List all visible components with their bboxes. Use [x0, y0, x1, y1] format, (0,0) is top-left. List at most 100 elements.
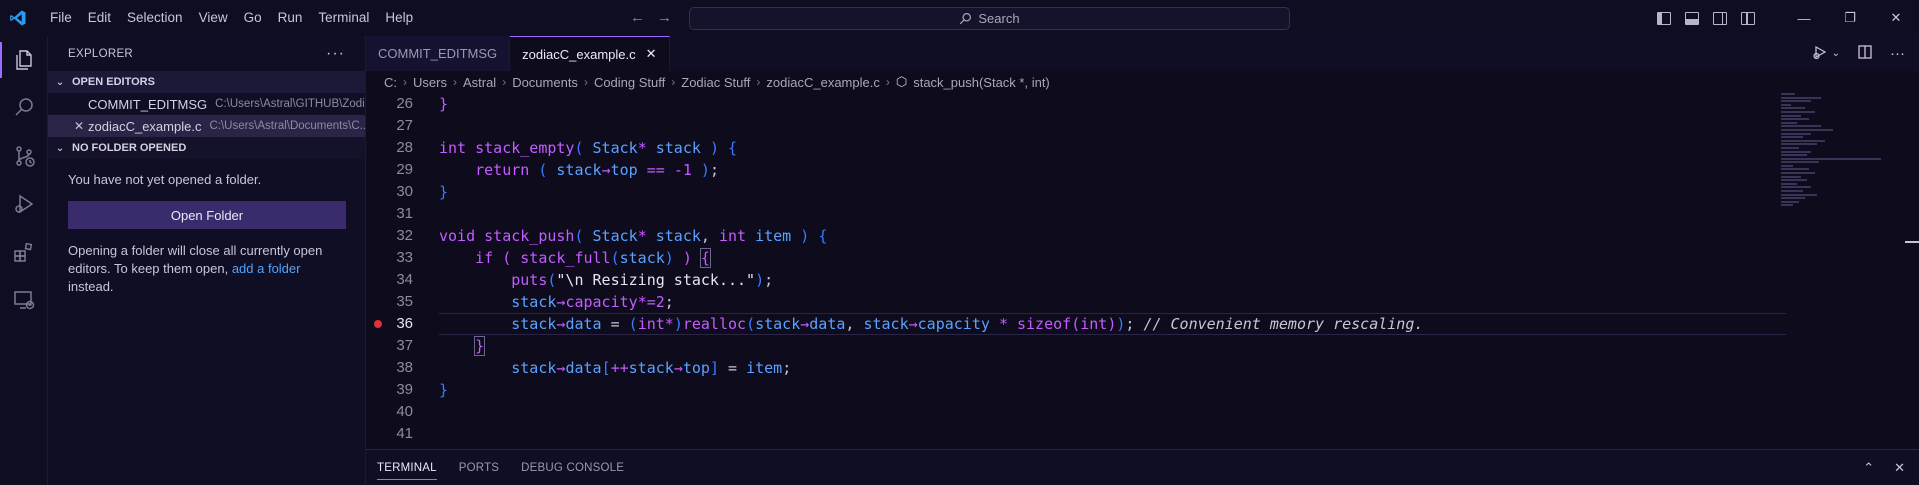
- open-editor-name: COMMIT_EDITMSG: [88, 96, 208, 112]
- tab-ports[interactable]: PORTS: [448, 450, 510, 485]
- line-number: 29: [396, 161, 413, 178]
- minimize-icon[interactable]: —: [1781, 0, 1827, 36]
- sidebar-title: EXPLORER: [68, 47, 134, 60]
- extensions-icon[interactable]: [0, 228, 48, 276]
- remote-explorer-icon[interactable]: [0, 276, 48, 324]
- search-view-icon[interactable]: [0, 84, 48, 132]
- code-editor[interactable]: 26} 27 28 int stack_empty( Stack* stack )…: [366, 93, 1786, 449]
- info-text-2: instead.: [68, 279, 114, 294]
- breadcrumb-item[interactable]: Zodiac Stuff: [681, 75, 750, 90]
- toggle-secondary-sidebar-icon[interactable]: [1713, 11, 1727, 25]
- menu-bar: File Edit Selection View Go Run Terminal…: [42, 0, 421, 36]
- chevron-down-icon: ⌄: [55, 142, 65, 154]
- symbol-icon: ⬡: [895, 74, 908, 89]
- more-actions-icon[interactable]: ···: [1890, 45, 1905, 62]
- open-editor-path: C:\Users\Astral\GITHUB\Zodi...: [215, 98, 365, 110]
- explorer-sidebar: EXPLORER ··· ⌄ OPEN EDITORS COMMIT_EDITM…: [48, 36, 366, 485]
- line-number: 31: [396, 205, 413, 222]
- minimap[interactable]: [1781, 93, 1891, 449]
- bottom-panel: TERMINAL PORTS DEBUG CONSOLE ⌃ ✕: [366, 449, 1919, 485]
- code-line: }: [474, 336, 486, 356]
- code-line: return ( stack→top == -1 );: [475, 161, 719, 179]
- code-line: stack→data[++stack→top] = item;: [511, 359, 792, 377]
- code-line: void stack_push( Stack* stack, int item …: [439, 227, 828, 245]
- editor-tabs: COMMIT_EDITMSG zodiacC_example.c ✕: [366, 36, 1919, 71]
- scrollbar-marker[interactable]: [1905, 241, 1919, 243]
- no-folder-message: You have not yet opened a folder.: [68, 172, 262, 187]
- close-window-icon[interactable]: ✕: [1873, 0, 1919, 36]
- breadcrumb-item[interactable]: Documents: [512, 75, 578, 90]
- toggle-primary-sidebar-icon[interactable]: [1657, 11, 1671, 25]
- breadcrumb: C: › Users › Astral › Documents › Coding Stu…: [384, 74, 1050, 90]
- open-editor-item[interactable]: COMMIT_EDITMSG C:\Users\Astral\GITHUB\Zo…: [48, 93, 365, 115]
- menu-edit[interactable]: Edit: [80, 0, 119, 36]
- breadcrumb-item[interactable]: stack_push(Stack *, int): [913, 75, 1050, 90]
- tab-commit-editmsg[interactable]: COMMIT_EDITMSG: [366, 36, 511, 71]
- code-line: }: [439, 95, 449, 113]
- more-actions-icon[interactable]: ···: [326, 45, 345, 63]
- code-line: int stack_empty( Stack* stack ) {: [439, 139, 738, 157]
- breadcrumb-item[interactable]: Users: [413, 75, 447, 90]
- open-editor-name: zodiacC_example.c: [88, 118, 202, 134]
- run-debug-icon[interactable]: [0, 180, 48, 228]
- no-folder-label: NO FOLDER OPENED: [72, 142, 187, 154]
- tab-label: zodiacC_example.c: [522, 46, 636, 62]
- command-center-search[interactable]: Search: [689, 7, 1290, 30]
- open-editor-path: C:\Users\Astral\Documents\C...: [209, 120, 365, 132]
- chevron-down-icon: ⌄: [55, 76, 65, 88]
- menu-selection[interactable]: Selection: [119, 0, 191, 36]
- line-number: 38: [396, 359, 413, 376]
- code-line: if ( stack_full(stack) ) {: [475, 248, 711, 268]
- breadcrumb-item[interactable]: zodiacC_example.c: [766, 75, 879, 90]
- line-number: 36: [396, 315, 413, 332]
- forward-arrow-icon[interactable]: →: [657, 9, 672, 26]
- open-editors-label: OPEN EDITORS: [72, 76, 155, 88]
- menu-view[interactable]: View: [191, 0, 236, 36]
- search-icon: [960, 13, 972, 25]
- restore-icon[interactable]: ❐: [1827, 0, 1873, 36]
- maximize-panel-icon[interactable]: ⌃: [1863, 460, 1874, 476]
- open-folder-button[interactable]: Open Folder: [68, 201, 346, 229]
- line-number: 30: [396, 183, 413, 200]
- menu-terminal[interactable]: Terminal: [310, 0, 377, 36]
- title-bar: File Edit Selection View Go Run Terminal…: [0, 0, 1919, 36]
- breadcrumb-item[interactable]: Astral: [463, 75, 496, 90]
- welcome-view: You have not yet opened a folder. Open F…: [48, 159, 365, 296]
- add-folder-link[interactable]: add a folder: [232, 261, 301, 276]
- source-control-icon[interactable]: [0, 132, 48, 180]
- back-arrow-icon[interactable]: ←: [630, 9, 645, 26]
- no-folder-header[interactable]: ⌄ NO FOLDER OPENED: [48, 137, 365, 159]
- run-debug-dropdown-icon[interactable]: [1812, 44, 1828, 63]
- search-placeholder: Search: [978, 11, 1020, 26]
- menu-help[interactable]: Help: [377, 0, 421, 36]
- tab-debug-console[interactable]: DEBUG CONSOLE: [510, 450, 635, 485]
- code-line: }: [439, 183, 449, 201]
- open-folder-info: Opening a folder will close all currentl…: [68, 242, 345, 296]
- split-editor-icon[interactable]: [1858, 45, 1872, 62]
- close-icon[interactable]: ✕: [74, 119, 84, 133]
- toggle-panel-icon[interactable]: [1685, 11, 1699, 25]
- close-icon[interactable]: ✕: [646, 46, 657, 62]
- breadcrumb-item[interactable]: C:: [384, 75, 397, 90]
- customize-layout-icon[interactable]: [1741, 11, 1755, 25]
- open-editors-header[interactable]: ⌄ OPEN EDITORS: [48, 71, 365, 93]
- menu-run[interactable]: Run: [270, 0, 311, 36]
- close-panel-icon[interactable]: ✕: [1894, 460, 1905, 476]
- editor-group: COMMIT_EDITMSG zodiacC_example.c ✕ ⌄ ···…: [366, 36, 1919, 449]
- line-number: 37: [396, 337, 413, 354]
- tab-terminal[interactable]: TERMINAL: [366, 450, 448, 485]
- vscode-logo-icon: [0, 0, 36, 36]
- menu-file[interactable]: File: [42, 0, 80, 36]
- line-number: 32: [396, 227, 413, 244]
- explorer-icon[interactable]: [0, 36, 48, 84]
- open-editor-item[interactable]: ✕ zodiacC_example.c C:\Users\Astral\Docu…: [48, 115, 365, 137]
- breadcrumb-item[interactable]: Coding Stuff: [594, 75, 665, 90]
- line-number: 39: [396, 381, 413, 398]
- line-number: 28: [396, 139, 413, 156]
- chevron-down-icon[interactable]: ⌄: [1832, 48, 1840, 59]
- line-number: 40: [396, 403, 413, 420]
- activity-bar: [0, 36, 48, 485]
- tab-zodiacc-example[interactable]: zodiacC_example.c ✕: [510, 36, 670, 71]
- line-number: 41: [396, 425, 413, 442]
- menu-go[interactable]: Go: [236, 0, 270, 36]
